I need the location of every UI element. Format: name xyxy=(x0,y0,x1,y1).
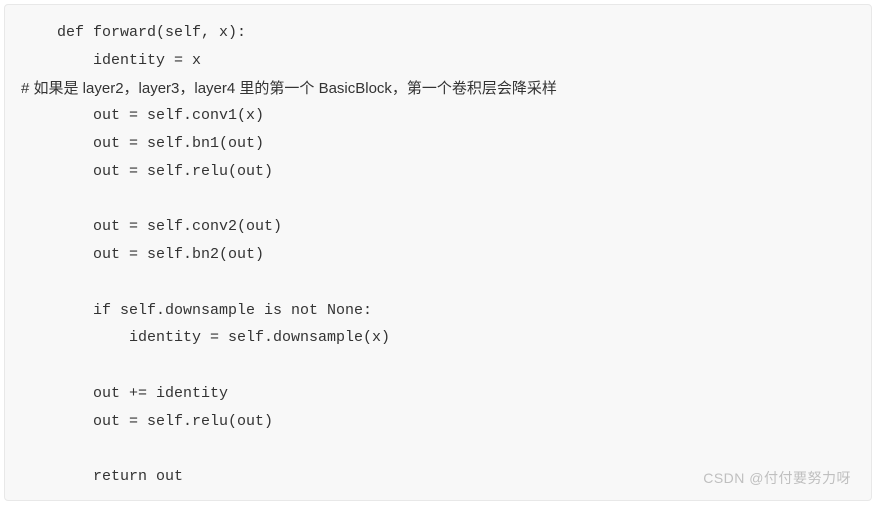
code-line: out = self.relu(out) xyxy=(21,408,871,436)
code-line: identity = x xyxy=(21,47,871,75)
code-line xyxy=(21,269,871,297)
code-block: def forward(self, x): identity = x# 如果是 … xyxy=(4,4,872,501)
code-line xyxy=(21,435,871,463)
code-line: out = self.bn1(out) xyxy=(21,130,871,158)
code-line: def forward(self, x): xyxy=(21,19,871,47)
code-line: identity = self.downsample(x) xyxy=(21,324,871,352)
code-line: out = self.conv2(out) xyxy=(21,213,871,241)
code-line: out += identity xyxy=(21,380,871,408)
code-line: if self.downsample is not None: xyxy=(21,297,871,325)
code-content: def forward(self, x): identity = x# 如果是 … xyxy=(5,19,871,491)
code-line xyxy=(21,186,871,214)
code-line xyxy=(21,352,871,380)
watermark-text: CSDN @付付要努力呀 xyxy=(703,468,851,488)
code-line: out = self.relu(out) xyxy=(21,158,871,186)
code-line: # 如果是 layer2，layer3，layer4 里的第一个 BasicBl… xyxy=(21,75,871,103)
code-line: out = self.bn2(out) xyxy=(21,241,871,269)
code-line: out = self.conv1(x) xyxy=(21,102,871,130)
